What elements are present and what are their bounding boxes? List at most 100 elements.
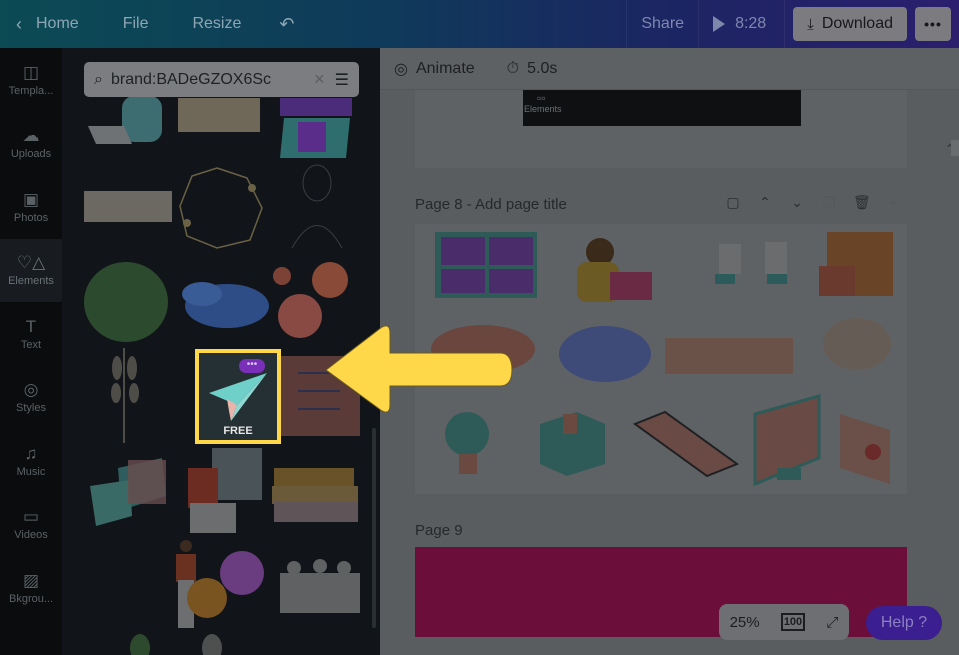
pastel-brush-strokes[interactable] <box>823 318 891 370</box>
top-bar: ‹ Home File Resize ↶ Share 8:28 ⤓ Downlo… <box>0 0 959 48</box>
element-team-meeting[interactable] <box>280 559 360 613</box>
stopwatch-icon: ⏱ <box>506 59 520 77</box>
duplicate-page-icon[interactable]: ❐ <box>821 194 837 211</box>
free-badge: FREE <box>223 425 253 437</box>
element-avatar-bubbles[interactable] <box>187 551 264 618</box>
elements-shapes-icon: ♡△ <box>16 253 46 273</box>
page-8-title[interactable]: Page 8 - Add page title <box>415 196 567 213</box>
element-plant[interactable] <box>130 634 150 655</box>
sidebar-item-label: Music <box>16 465 46 478</box>
page-7-thumbnail: ▫▫ Elements <box>523 90 801 126</box>
animate-label: Animate <box>415 59 475 77</box>
page-7-preview[interactable]: ▫▫ Elements <box>415 90 907 168</box>
play-button[interactable]: 8:28 <box>698 0 786 48</box>
move-page-down-icon[interactable]: ⌄ <box>789 194 805 211</box>
sidebar-item-label: Templa... <box>8 84 54 97</box>
computer-monitor-illustration[interactable] <box>753 394 821 487</box>
play-icon <box>713 16 726 32</box>
animate-button[interactable]: ◎ Animate <box>380 48 489 90</box>
more-options-button[interactable]: ••• <box>915 7 951 41</box>
top-bar-actions: Share 8:28 ⤓ Download ••• <box>626 0 959 48</box>
collage-people-illustration[interactable] <box>819 232 893 296</box>
sidebar-item-label: Videos <box>14 529 48 542</box>
element-monstera-leaf[interactable] <box>84 262 168 342</box>
element-stacked-books[interactable] <box>272 468 358 522</box>
chevron-left-icon: ‹ <box>16 13 22 34</box>
side-nav: ◫ Templa... ☁ Uploads ▣ Photos ♡△ Elemen… <box>0 48 62 655</box>
move-page-up-icon[interactable]: ⌃ <box>757 194 773 211</box>
elements-shapes-icon: ▫▫ <box>537 91 546 105</box>
two-people-chatting-illustration[interactable] <box>715 242 787 284</box>
sidebar-item-music[interactable]: ♫ Music <box>0 429 62 493</box>
envelope-notification-illustration[interactable] <box>840 414 890 484</box>
photo-icon: ▣ <box>22 189 40 209</box>
element-line-art-portrait[interactable] <box>291 164 343 249</box>
highlighted-element-paper-plane[interactable]: ••• FREE <box>195 349 281 444</box>
element-torn-paper[interactable] <box>178 98 260 132</box>
element-person-video-call[interactable] <box>280 98 352 158</box>
upload-cloud-icon: ☁ <box>22 126 40 146</box>
element-chat-bubbles[interactable] <box>90 458 166 526</box>
sidebar-item-styles[interactable]: ◎ Styles <box>0 366 62 430</box>
element-blue-watercolor[interactable] <box>182 282 269 328</box>
share-label: Share <box>641 15 685 32</box>
music-note-icon: ♫ <box>24 443 38 463</box>
zoom-level[interactable]: 25% <box>730 614 760 631</box>
grid-view-icon[interactable]: 100 <box>780 613 806 631</box>
clear-search-icon[interactable]: × <box>314 69 325 90</box>
woman-laptop-illustration[interactable] <box>577 238 652 302</box>
thumbnail-label: Elements <box>524 104 562 114</box>
blue-watercolor-splash[interactable] <box>559 326 651 382</box>
orange-brush-stroke[interactable] <box>665 338 793 374</box>
delete-page-icon[interactable]: 🗑 <box>853 194 871 211</box>
download-icon: ⤓ <box>807 15 814 33</box>
sidebar-item-videos[interactable]: ▭ Videos <box>0 493 62 557</box>
element-person-laptop[interactable] <box>88 96 162 144</box>
filter-sliders-icon[interactable]: ☰ <box>335 70 349 90</box>
download-button[interactable]: ⤓ Download <box>793 7 907 41</box>
add-page-icon[interactable]: + <box>885 194 901 211</box>
panel-scrollbar[interactable] <box>372 428 376 628</box>
sidebar-item-text[interactable]: T Text <box>0 302 62 366</box>
search-input[interactable]: ⌕ brand:BADeGZOX6Sc × ☰ <box>84 62 359 97</box>
canvas-scrollbar[interactable] <box>951 140 959 156</box>
element-torn-paper-strip[interactable] <box>84 191 172 222</box>
sidebar-item-photos[interactable]: ▣ Photos <box>0 175 62 239</box>
smartphone-illustration[interactable] <box>632 410 740 478</box>
sidebar-item-templates[interactable]: ◫ Templa... <box>0 48 62 112</box>
element-woman-reading[interactable] <box>188 448 262 533</box>
notes-icon[interactable]: ▢ <box>725 194 741 211</box>
file-menu[interactable]: File <box>111 0 161 48</box>
search-icon: ⌕ <box>94 70 103 88</box>
help-button[interactable]: Help ? <box>866 606 942 640</box>
home-button[interactable]: ‹ Home <box>0 0 91 48</box>
duration-button[interactable]: ⏱ 5.0s <box>493 48 572 90</box>
element-floral-wreath[interactable] <box>179 167 263 249</box>
sidebar-item-elements[interactable]: ♡△ Elements <box>0 238 62 302</box>
fullscreen-icon[interactable]: ⤢ <box>826 614 838 631</box>
video-call-grid-illustration[interactable] <box>435 232 537 298</box>
resize-button[interactable]: Resize <box>180 0 253 48</box>
undo-button[interactable]: ↶ <box>267 0 306 48</box>
light-bulb-illustration[interactable] <box>445 412 489 474</box>
background-hatch-icon: ▨ <box>22 570 40 590</box>
sidebar-item-uploads[interactable]: ☁ Uploads <box>0 112 62 176</box>
share-button[interactable]: Share <box>626 0 698 48</box>
sidebar-item-background[interactable]: ▨ Bkgrou... <box>0 556 62 620</box>
animate-icon: ◎ <box>394 60 408 78</box>
canvas-toolbar: ◎ Animate ⏱ 5.0s <box>380 48 959 90</box>
resize-label: Resize <box>192 15 242 32</box>
play-duration: 8:28 <box>735 15 767 32</box>
duration-label: 5.0s <box>527 59 558 77</box>
file-label: File <box>122 15 149 32</box>
templates-icon: ◫ <box>22 62 40 82</box>
cardboard-box-illustration[interactable] <box>540 412 605 476</box>
element-leaf-sprig[interactable] <box>111 348 139 443</box>
element-leaves[interactable] <box>202 634 222 655</box>
palette-icon: ◎ <box>23 380 39 400</box>
page-9-title[interactable]: Page 9 <box>415 522 463 539</box>
undo-icon: ↶ <box>279 13 295 34</box>
sidebar-item-label: Styles <box>16 402 46 415</box>
sidebar-item-label: Bkgrou... <box>8 592 54 605</box>
video-icon: ▭ <box>22 507 40 527</box>
